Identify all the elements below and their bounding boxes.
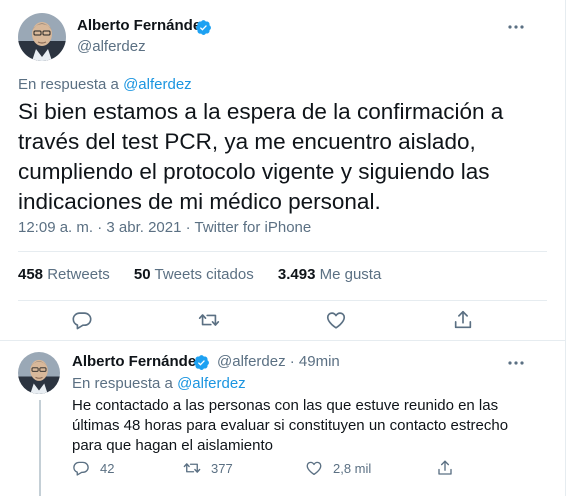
reply-context: En respuesta a @alferdez <box>18 76 192 93</box>
reply-author-avatar[interactable] <box>18 352 60 394</box>
like-button[interactable]: 2,8 mil <box>305 459 371 477</box>
retweet-icon[interactable] <box>198 309 222 333</box>
share-icon[interactable] <box>452 309 476 333</box>
reply-context-label: En respuesta a <box>18 76 124 93</box>
retweet-icon <box>183 463 201 473</box>
share-icon <box>438 460 452 475</box>
tweet-text: Si bien estamos a la espera de la confir… <box>18 99 504 214</box>
reply-context-label: En respuesta a <box>72 375 178 392</box>
reply-to-link[interactable]: @alferdez <box>123 76 192 93</box>
like-icon[interactable] <box>325 309 349 333</box>
more-options-icon[interactable] <box>505 16 527 38</box>
quotes-stat[interactable]: 50 Tweets citados <box>134 266 254 283</box>
verified-badge-icon <box>196 20 211 35</box>
divider <box>18 251 547 252</box>
tweet-timestamp[interactable]: 12:09 a. m. · 3 abr. 2021 · Twitter for … <box>18 219 311 236</box>
verified-badge-icon <box>194 355 209 370</box>
likes-stat[interactable]: 3.493 Me gusta <box>278 266 381 283</box>
tweet-panel: Alberto Fernández @alferdez En respuesta… <box>0 0 565 496</box>
divider <box>0 340 565 341</box>
reply-icon[interactable] <box>71 309 95 333</box>
share-button[interactable] <box>436 459 464 477</box>
thread-line <box>39 400 41 496</box>
like-count: 2,8 mil <box>333 460 372 476</box>
retweets-stat[interactable]: 458 Retweets <box>18 266 110 283</box>
reply-count: 42 <box>100 460 115 476</box>
retweet-count: 377 <box>211 460 233 476</box>
likes-label: Me gusta <box>319 266 382 283</box>
author-handle[interactable]: @alferdez <box>77 38 146 55</box>
likes-count: 3.493 <box>277 266 316 283</box>
reply-to-link[interactable]: @alferdez <box>177 375 246 392</box>
retweets-label: Retweets <box>47 266 110 283</box>
retweet-button[interactable]: 377 <box>183 459 233 477</box>
reply-context: En respuesta a @alferdez <box>72 375 246 392</box>
quotes-count: 50 <box>133 266 151 283</box>
more-options-icon[interactable] <box>505 352 527 374</box>
tweet-stats: 458 Retweets 50 Tweets citados 3.493 Me … <box>18 266 401 283</box>
reply-tweet-text: He contactado a las personas con las que… <box>72 397 509 454</box>
panel-border <box>565 0 566 496</box>
reply-author-handle[interactable]: @alferdez · 49min <box>217 353 340 370</box>
retweets-count: 458 <box>18 266 44 283</box>
divider <box>18 300 547 301</box>
reply-icon <box>73 461 89 476</box>
quotes-label: Tweets citados <box>154 266 254 283</box>
author-avatar[interactable] <box>18 13 66 61</box>
like-icon <box>306 461 322 476</box>
author-name[interactable]: Alberto Fernández <box>77 17 209 34</box>
reply-author-name[interactable]: Alberto Fernández <box>72 353 204 370</box>
reply-button[interactable]: 42 <box>72 459 114 477</box>
